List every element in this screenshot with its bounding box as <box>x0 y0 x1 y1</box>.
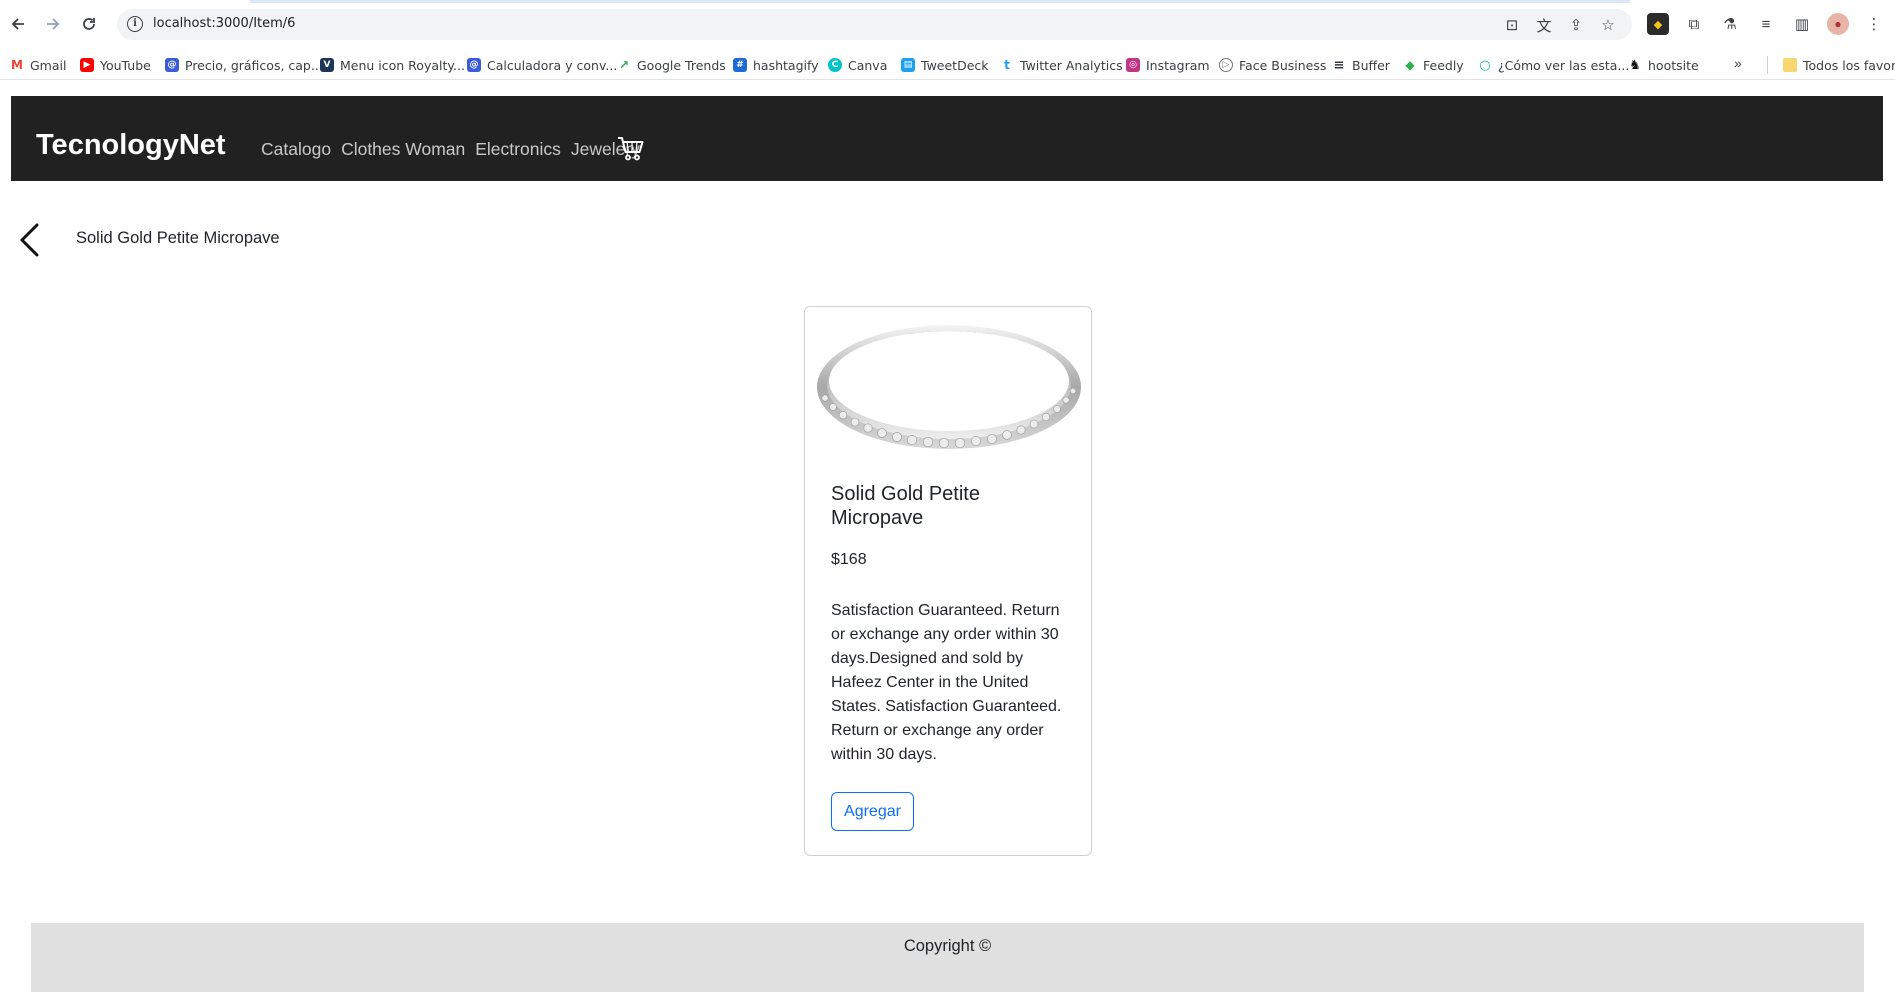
extension-icon[interactable]: ◆ <box>1647 13 1669 35</box>
bookmark-gmail[interactable]: M Gmail <box>10 56 66 74</box>
brand-logo[interactable]: TecnologyNet <box>36 129 226 162</box>
bookmark-google-trends[interactable]: ↗ Google Trends <box>617 56 726 74</box>
address-bar[interactable]: i localhost:3000/Item/6 ⊡ 文 ⇪ ☆ <box>117 9 1632 40</box>
back-arrow-icon[interactable] <box>7 13 29 35</box>
ring-image <box>817 325 1081 449</box>
bookmark-instagram[interactable]: ◎ Instagram <box>1126 56 1210 74</box>
bookmark-feedly[interactable]: ◆ Feedly <box>1403 56 1464 74</box>
product-card: Solid Gold Petite Micropave $168 Satisfa… <box>804 306 1092 856</box>
bookmarks-bar: M Gmail ▶ YouTube @ Precio, gráficos, cap..… <box>0 50 1895 80</box>
url-text[interactable]: localhost:3000/Item/6 <box>153 16 295 31</box>
cart-icon[interactable] <box>617 136 645 162</box>
reading-list-icon[interactable]: ≡ <box>1755 13 1777 35</box>
bookmarks-divider <box>1767 56 1768 74</box>
nav-link-clothes-woman[interactable]: Clothes Woman <box>341 139 465 160</box>
bookmark-calculadora[interactable]: @ Calculadora y conv... <box>467 56 617 74</box>
bookmark-hashtagify[interactable]: # hashtagify <box>733 56 819 74</box>
forward-arrow-icon[interactable] <box>42 13 64 35</box>
install-app-icon[interactable]: ⊡ <box>1502 15 1522 35</box>
product-description: Satisfaction Guaranteed. Return or excha… <box>831 602 1062 763</box>
browser-toolbar: i localhost:3000/Item/6 ⊡ 文 ⇪ ☆ ◆ ⧉ ⚗ ≡ … <box>0 0 1895 50</box>
share-icon[interactable]: ⇪ <box>1566 15 1586 35</box>
bookmark-twitter-analytics[interactable]: t Twitter Analytics <box>1000 56 1123 74</box>
reload-icon[interactable] <box>78 13 100 35</box>
app-navbar: TecnologyNet Catalogo Clothes Woman Elec… <box>11 96 1883 181</box>
bookmark-menu-icon[interactable]: V Menu icon Royalty... <box>320 56 465 74</box>
bookmark-como-ver[interactable]: ○ ¿Cómo ver las esta... <box>1478 56 1629 74</box>
more-bookmarks-icon[interactable]: » <box>1734 55 1742 71</box>
bookmark-face-business[interactable]: ▷ Face Business <box>1219 56 1326 74</box>
page-title: Solid Gold Petite Micropave <box>76 229 280 247</box>
chevron-left-icon[interactable] <box>17 222 43 258</box>
bookmark-canva[interactable]: C Canva <box>828 56 887 74</box>
loading-bar <box>250 0 1630 3</box>
copyright-text: Copyright © <box>903 937 992 955</box>
translate-icon[interactable]: 文 <box>1534 15 1554 35</box>
product-title: Solid Gold Petite Micropave <box>831 483 980 529</box>
nav-links: Catalogo Clothes Woman Electronics Jewel… <box>261 139 650 160</box>
extensions-puzzle-icon[interactable]: ⧉ <box>1683 13 1705 35</box>
bookmark-tweetdeck[interactable]: ▤ TweetDeck <box>901 56 989 74</box>
side-panel-icon[interactable]: ▥ <box>1791 13 1813 35</box>
profile-avatar-icon[interactable]: ● <box>1827 13 1849 35</box>
nav-link-electronics[interactable]: Electronics <box>475 139 561 160</box>
product-price: $168 <box>831 551 867 568</box>
bookmark-hootsite[interactable]: ♞ hootsite <box>1628 56 1699 74</box>
bookmark-precio[interactable]: @ Precio, gráficos, cap... <box>165 56 323 74</box>
footer: Copyright © <box>31 923 1864 992</box>
menu-kebab-icon[interactable]: ⋮ <box>1863 13 1885 35</box>
bookmark-buffer[interactable]: ≡ Buffer <box>1332 56 1390 74</box>
bookmark-star-icon[interactable]: ☆ <box>1598 15 1618 35</box>
labs-flask-icon[interactable]: ⚗ <box>1719 13 1741 35</box>
all-bookmarks-folder[interactable]: Todos los favoritos <box>1783 56 1895 74</box>
add-to-cart-button[interactable]: Agregar <box>831 792 914 831</box>
nav-link-catalogo[interactable]: Catalogo <box>261 139 331 160</box>
site-info-icon[interactable]: i <box>127 16 143 32</box>
bookmark-youtube[interactable]: ▶ YouTube <box>80 56 151 74</box>
